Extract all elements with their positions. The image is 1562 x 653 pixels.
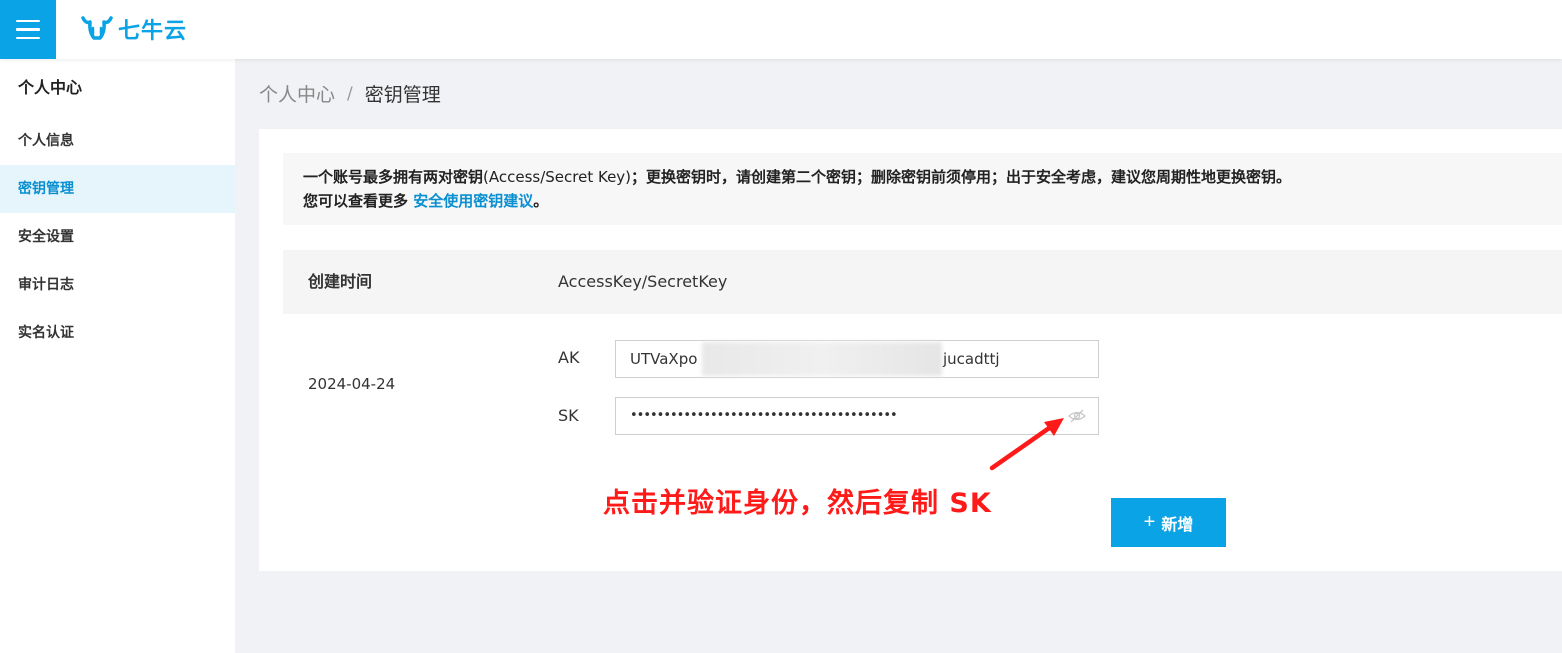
notice-text-key-type: (Access/Secret Key) <box>483 168 632 186</box>
column-header-keys: AccessKey/SecretKey <box>558 272 728 291</box>
sk-label: SK <box>558 406 579 425</box>
key-management-panel: 一个账号最多拥有两对密钥(Access/Secret Key)；更换密钥时，请创… <box>259 129 1562 571</box>
breadcrumb-parent[interactable]: 个人中心 <box>259 80 335 107</box>
sidebar-item-audit-log[interactable]: 审计日志 <box>0 261 235 309</box>
notice-line-2: 您可以查看更多 安全使用密钥建议。 <box>303 189 1542 213</box>
table-header: 创建时间 AccessKey/SecretKey <box>283 250 1562 314</box>
key-notice: 一个账号最多拥有两对密钥(Access/Secret Key)；更换密钥时，请创… <box>283 153 1562 225</box>
top-bar: 七牛云 <box>0 0 1562 59</box>
breadcrumb-current: 密钥管理 <box>364 84 441 106</box>
annotation-arrow-icon <box>989 418 1064 471</box>
created-date: 2024-04-24 <box>308 375 396 393</box>
security-advice-link[interactable]: 安全使用密钥建议 <box>413 192 533 210</box>
ak-suffix: jucadttj <box>943 350 1000 368</box>
logo[interactable]: 七牛云 <box>80 12 187 46</box>
hamburger-line <box>16 28 40 31</box>
add-key-label: 新增 <box>1161 516 1194 534</box>
sidebar-title: 个人中心 <box>18 78 83 97</box>
logo-text: 七牛云 <box>118 19 188 44</box>
column-header-created-time: 创建时间 <box>308 272 373 291</box>
sk-masked-value: •••••••••••••••••••••••••••••••••••••••• <box>630 408 898 423</box>
notice-line-1: 一个账号最多拥有两对密钥(Access/Secret Key)；更换密钥时，请创… <box>303 165 1542 189</box>
ak-label: AK <box>558 348 580 367</box>
sidebar-item-real-name-verification[interactable]: 实名认证 <box>0 309 235 357</box>
sidebar-item-key-management[interactable]: 密钥管理 <box>0 165 235 213</box>
plus-icon: + <box>1143 511 1156 533</box>
ak-field[interactable]: UTVaXpo jucadttj <box>615 340 1099 378</box>
sidebar: 个人中心 个人信息 密钥管理 安全设置 审计日志 实名认证 <box>0 59 235 653</box>
sidebar-item-security-settings[interactable]: 安全设置 <box>0 213 235 261</box>
breadcrumb-separator: / <box>347 83 353 104</box>
notice-text: 。 <box>533 192 549 210</box>
ak-prefix: UTVaXpo <box>630 350 698 368</box>
add-key-button[interactable]: + 新增 <box>1111 498 1226 547</box>
sidebar-item-profile[interactable]: 个人信息 <box>0 117 235 165</box>
menu-toggle-button[interactable] <box>0 0 56 59</box>
notice-text: 您可以查看更多 <box>303 192 414 210</box>
annotation-text: 点击并验证身份，然后复制 SK <box>603 488 992 519</box>
ak-redaction-mask <box>702 342 942 376</box>
hamburger-line <box>16 36 40 40</box>
bull-logo-icon <box>81 16 113 40</box>
hamburger-line <box>16 19 40 23</box>
notice-text: 一个账号最多拥有两对密钥 <box>303 168 484 186</box>
notice-text: ；更换密钥时，请创建第二个密钥；删除密钥前须停用；出于安全考虑，建议您周期性地更… <box>631 168 1292 186</box>
breadcrumb: 个人中心 / 密钥管理 <box>259 80 441 107</box>
